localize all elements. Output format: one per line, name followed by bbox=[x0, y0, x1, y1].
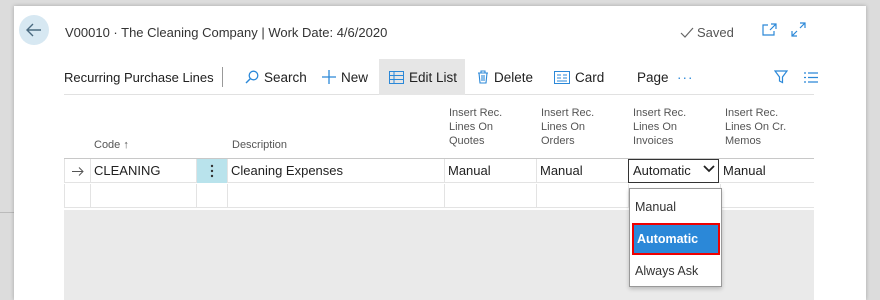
search-icon bbox=[245, 70, 259, 84]
row-indicator bbox=[64, 159, 90, 183]
delete-label: Delete bbox=[494, 69, 534, 85]
action-bar: Recurring Purchase Lines Search New Edit… bbox=[64, 59, 818, 95]
edit-list-label: Edit List bbox=[409, 69, 458, 85]
card-label: Card bbox=[575, 69, 605, 85]
card-button[interactable]: Card bbox=[548, 59, 610, 95]
dropdown-option-manual[interactable]: Manual bbox=[632, 191, 720, 223]
dropdown-option-always-ask[interactable]: Always Ask bbox=[632, 255, 720, 287]
description-cell[interactable]: Cleaning Expenses bbox=[227, 159, 444, 183]
quotes-cell[interactable]: Manual bbox=[444, 159, 536, 183]
more-options-icon: ··· bbox=[677, 69, 694, 85]
chevron-down-icon bbox=[703, 165, 715, 173]
back-button[interactable] bbox=[19, 15, 49, 45]
row-menu-button[interactable] bbox=[196, 159, 227, 183]
column-header-code[interactable]: Code ↑ bbox=[94, 138, 129, 152]
page-panel: V00010 · The Cleaning Company | Work Dat… bbox=[14, 6, 866, 300]
code-cell[interactable] bbox=[90, 184, 196, 208]
row-indicator bbox=[64, 184, 90, 208]
column-header-invoices[interactable]: Insert Rec. Lines On Invoices bbox=[633, 106, 686, 148]
quotes-cell[interactable] bbox=[444, 184, 536, 208]
table-row[interactable]: CLEANING Cleaning Expenses Manual Manual… bbox=[64, 159, 814, 183]
new-label: New bbox=[341, 69, 369, 85]
row-menu-cell[interactable] bbox=[196, 184, 227, 208]
header-line: Memos bbox=[725, 135, 762, 147]
header-line: Lines On Cr. bbox=[725, 121, 787, 133]
expand-button[interactable] bbox=[790, 21, 806, 37]
open-in-new-window-button[interactable] bbox=[761, 21, 777, 37]
cr-memos-cell[interactable] bbox=[720, 184, 814, 208]
description-cell[interactable] bbox=[227, 184, 444, 208]
search-label: Search bbox=[264, 69, 307, 85]
edit-list-icon bbox=[389, 70, 404, 84]
header-line: Insert Rec. bbox=[541, 107, 595, 119]
header-line: Orders bbox=[541, 135, 575, 147]
background-divider bbox=[0, 212, 14, 213]
card-icon bbox=[554, 70, 570, 84]
header-line: Invoices bbox=[633, 135, 674, 147]
invoices-dropdown-list: Manual Automatic Always Ask bbox=[629, 188, 722, 287]
header-line: Lines On bbox=[541, 121, 586, 133]
page-name: Recurring Purchase Lines bbox=[64, 70, 214, 85]
list-view-button[interactable] bbox=[798, 59, 824, 95]
column-header-orders[interactable]: Insert Rec. Lines On Orders bbox=[541, 106, 594, 148]
header-line: Lines On bbox=[449, 121, 494, 133]
code-cell[interactable]: CLEANING bbox=[90, 159, 196, 183]
column-header-quotes[interactable]: Insert Rec. Lines On Quotes bbox=[449, 106, 502, 148]
filter-icon bbox=[774, 70, 788, 84]
header-line: Insert Rec. bbox=[449, 107, 503, 119]
vertical-ellipsis-icon bbox=[210, 164, 214, 178]
action-bar-separator bbox=[222, 67, 223, 87]
back-arrow-icon bbox=[26, 23, 41, 37]
orders-cell[interactable] bbox=[536, 184, 628, 208]
filter-button[interactable] bbox=[768, 59, 794, 95]
invoices-select-value: Automatic bbox=[633, 163, 691, 178]
orders-cell[interactable]: Manual bbox=[536, 159, 628, 183]
trash-icon bbox=[478, 70, 488, 84]
header-line: Quotes bbox=[449, 135, 485, 147]
expand-icon bbox=[790, 21, 806, 37]
saved-status: Saved bbox=[680, 25, 734, 40]
dropdown-option-automatic[interactable]: Automatic bbox=[631, 222, 721, 256]
edit-list-button[interactable]: Edit List bbox=[379, 59, 465, 95]
column-header-cr-memos[interactable]: Insert Rec. Lines On Cr. Memos bbox=[725, 106, 786, 148]
header-line: Lines On bbox=[633, 121, 678, 133]
cr-memos-cell[interactable]: Manual bbox=[720, 159, 814, 183]
page-menu-button[interactable]: Page bbox=[631, 59, 675, 95]
delete-button[interactable]: Delete bbox=[471, 59, 539, 95]
list-view-icon bbox=[804, 71, 818, 83]
checkmark-icon bbox=[680, 27, 694, 38]
page-menu-label: Page bbox=[637, 69, 669, 85]
open-in-new-window-icon bbox=[761, 22, 777, 36]
invoices-select[interactable]: Automatic bbox=[628, 159, 719, 183]
more-options-button[interactable]: ··· bbox=[671, 59, 700, 95]
header-line: Insert Rec. bbox=[633, 107, 687, 119]
search-button[interactable]: Search bbox=[239, 59, 313, 95]
saved-label: Saved bbox=[697, 25, 734, 40]
plus-icon bbox=[322, 70, 336, 84]
header-line: Insert Rec. bbox=[725, 107, 779, 119]
page-title: V00010 · The Cleaning Company | Work Dat… bbox=[65, 25, 388, 40]
column-header-description[interactable]: Description bbox=[232, 138, 287, 152]
new-button[interactable]: New bbox=[316, 59, 374, 95]
row-arrow-icon bbox=[71, 166, 84, 176]
